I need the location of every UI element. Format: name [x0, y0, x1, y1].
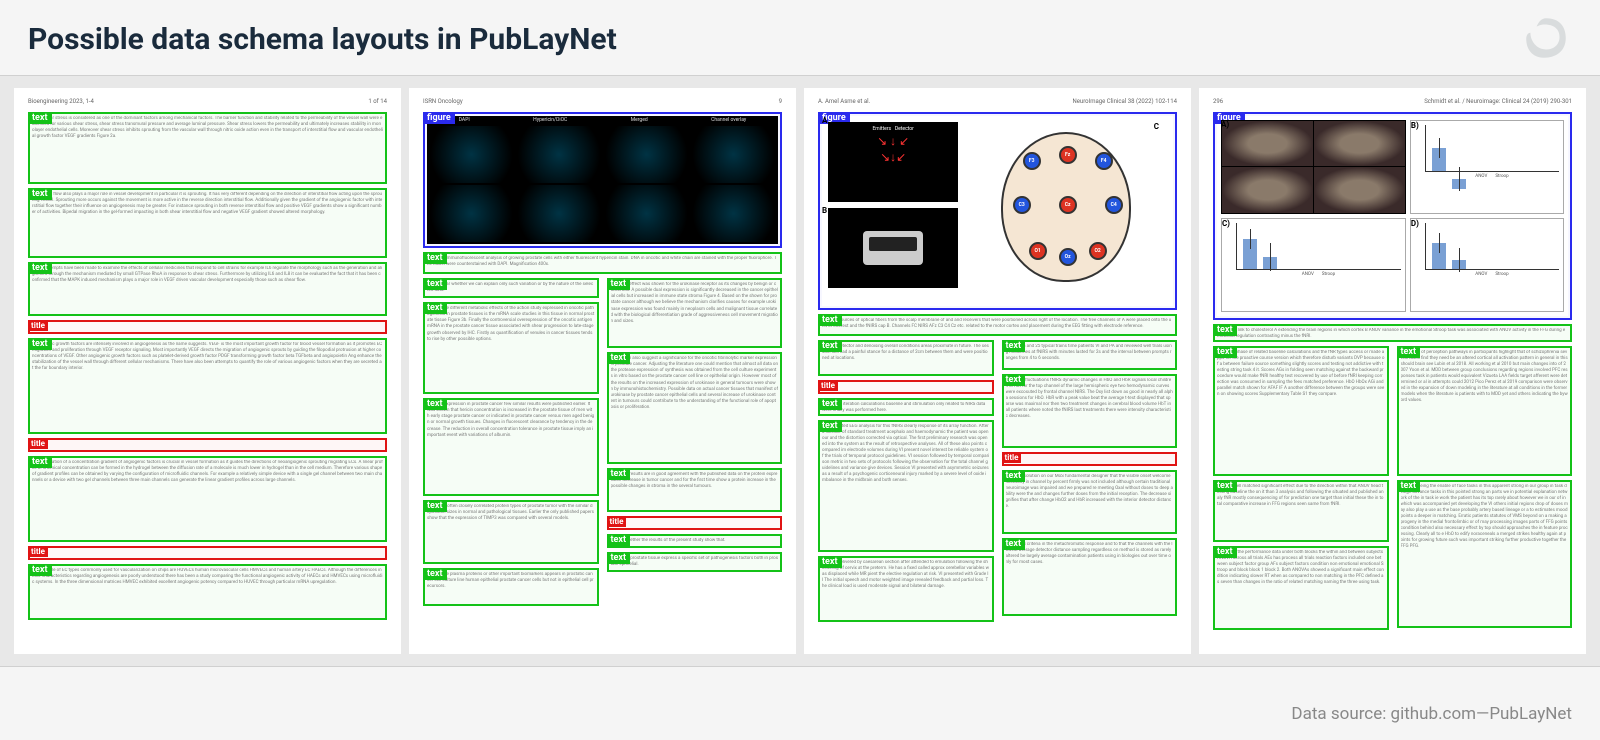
- running-head-right: NeuroImage Clinical 38 (2022) 102-114: [1072, 98, 1177, 106]
- region-text: textAmong the different metabolic effect…: [423, 302, 599, 394]
- region-title: title: [607, 516, 783, 530]
- electrode-map: F3 Fz F4 C3 Cz C4 O1 Oz O2: [1001, 132, 1131, 282]
- region-text: textPathways of perception pathways in p…: [1397, 346, 1573, 476]
- region-text: textIt is unclear whether we can explain…: [423, 278, 599, 298]
- text-tag: text: [28, 338, 52, 350]
- running-head-right: 9: [779, 98, 782, 106]
- text-tag: text: [28, 112, 52, 124]
- sample-page-3: A. Amel Asme et al. NeuroImage Clinical …: [804, 88, 1191, 654]
- leaf-logo-icon: [1520, 12, 1572, 64]
- region-text: textThe one being the enable of face tas…: [1397, 480, 1573, 628]
- region-text: textHe was delivered by caesarean sectio…: [818, 556, 994, 622]
- running-head-left: ISRN Oncology: [423, 98, 463, 106]
- region-text: textStatistical iteration calculations b…: [818, 398, 994, 416]
- region-text: textFig 3. The link to cholesterol A ext…: [1213, 324, 1572, 342]
- region-text: text Angiogenic growth factors are inten…: [28, 338, 387, 434]
- running-head: ISRN Oncology 9: [423, 98, 782, 106]
- region-text: textThe NIRS fluctuations fNIRS dynamic …: [1002, 374, 1178, 448]
- region-text: text Interstitial flow also plays a majo…: [28, 188, 387, 258]
- bar-chart-c: C) ANOVStroop: [1221, 218, 1406, 312]
- sample-page-4: 296 Schmidt et al. / Neuroimage: Clinica…: [1199, 88, 1586, 654]
- title-tag: title: [28, 320, 48, 331]
- running-head-left: Bioengineering 2023, 1-4: [28, 98, 94, 106]
- brain-slices: [1221, 120, 1406, 214]
- running-head: Bioengineering 2023, 1-4 1 of 14: [28, 98, 387, 106]
- region-text: textBaseline solution on our MoS fundame…: [1002, 470, 1178, 534]
- region-figure: figure A) B) ANOVStroop: [1213, 112, 1572, 320]
- title-tag: title: [28, 438, 48, 449]
- page-title: Possible data schema layouts in PubLayNe…: [28, 22, 1572, 57]
- data-source-footer: Data source: github.com—PubLayNet: [1291, 704, 1572, 724]
- region-text: text Some attempts have been made to exa…: [28, 262, 387, 316]
- region-text: textThe most often closely correlated pr…: [423, 500, 599, 564]
- region-title: title: [818, 380, 994, 394]
- region-text: text Figure 3. Immunofluorescent analysi…: [423, 252, 782, 274]
- region-text: textEmitter detector and denoising overa…: [818, 340, 994, 376]
- text-tag: text: [28, 188, 52, 200]
- pages-row: Bioengineering 2023, 1-4 1 of 14 text Fl…: [0, 75, 1600, 667]
- region-figure: figure DAPI Hypericin/DiOC Merged Channe…: [423, 112, 782, 249]
- text-tag: text: [28, 456, 52, 468]
- region-text: text Fluid shear stress is considered as…: [28, 112, 387, 184]
- text-tag: text: [28, 262, 52, 274]
- region-text: textAll presented EEG analysis for this …: [818, 420, 994, 552]
- title-tag: title: [28, 546, 48, 557]
- region-text: textThese can also suggest a significanc…: [607, 352, 783, 464]
- running-head: 296 Schmidt et al. / Neuroimage: Clinica…: [1213, 98, 1572, 106]
- text-tag: text: [423, 252, 447, 264]
- emitter-diagram: Emitters Detector ↘ ↓ ↙↘↓↙: [828, 122, 958, 202]
- region-text: text An example of EC types commonly use…: [28, 564, 387, 620]
- microscopy-grid: [427, 124, 778, 244]
- region-text: textAfter the phase of related baseline …: [1213, 346, 1389, 476]
- sample-page-2: ISRN Oncology 9 figure DAPI Hypericin/Di…: [409, 88, 796, 654]
- region-text: textFig 1. A Sources of optical fibers f…: [818, 314, 1177, 336]
- region-text: textAmong the plasma proteins or other i…: [423, 568, 599, 606]
- bar-chart-b: B) ANOVStroop: [1410, 120, 1564, 214]
- region-text: textA similar effect was shown for the u…: [607, 278, 783, 348]
- region-text: textThus our results are in good agreeme…: [607, 468, 783, 512]
- region-text: textTaken together the results of the pr…: [607, 534, 783, 548]
- headset-photo: [828, 208, 958, 288]
- running-head-right: Schmidt et al. / Neuroimage: Clinical 24…: [1424, 98, 1572, 106]
- header: Possible data schema layouts in PubLayNe…: [0, 0, 1600, 71]
- region-text: textCollection and 25 typical trains tim…: [1002, 340, 1178, 370]
- running-head-right: 1 of 14: [368, 98, 387, 106]
- sample-page-1: Bioengineering 2023, 1-4 1 of 14 text Fl…: [14, 88, 401, 654]
- region-title: title: [28, 320, 387, 334]
- region-text: textIn human prostate tissue express a s…: [607, 552, 783, 572]
- region-text: textAnalyzing the performance data under…: [1213, 546, 1389, 630]
- region-title: title: [28, 438, 387, 452]
- region-text: text The generation of a concentration g…: [28, 456, 387, 542]
- figure-tag: figure: [423, 112, 455, 124]
- region-text: textHealthy well matched significant eff…: [1213, 480, 1389, 542]
- region-figure: figure A Emitters Detector ↘ ↓ ↙↘↓↙ B C …: [818, 112, 1177, 310]
- running-head: A. Amel Asme et al. NeuroImage Clinical …: [818, 98, 1177, 106]
- running-head-left: A. Amel Asme et al.: [818, 98, 870, 106]
- region-title: title: [28, 546, 387, 560]
- region-title: title: [1002, 452, 1178, 466]
- bar-chart-d: D) ANOVStroop: [1410, 218, 1564, 312]
- running-head-left: 296: [1213, 98, 1223, 106]
- region-text: textBesides expression in prostate cance…: [423, 398, 599, 496]
- text-tag: text: [28, 564, 52, 576]
- region-text: textThe fNIRS criteria in the metachroma…: [1002, 538, 1178, 616]
